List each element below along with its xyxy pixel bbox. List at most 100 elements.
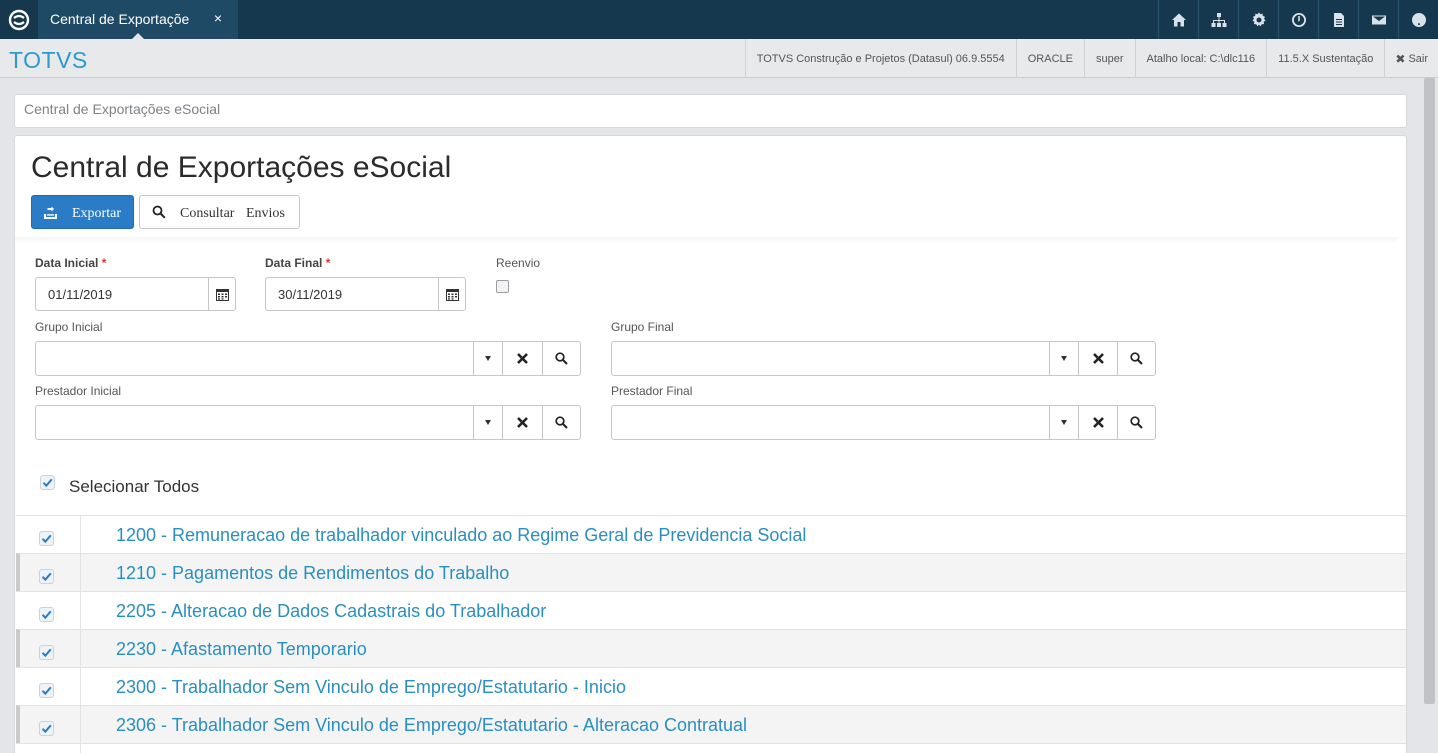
row-divider [80,706,81,743]
prestador-inicial-label: Prestador Inicial [35,384,122,398]
export-button-label: Exportar [72,206,121,221]
event-label[interactable]: 2205 - Alteracao de Dados Cadastrais do … [116,601,546,622]
main-panel: Central de Exportações eSocial Exportar … [14,135,1407,753]
event-checkbox[interactable] [39,569,54,584]
data-inicial-label: Data Inicial * [35,256,106,270]
checkmark-icon [41,724,52,734]
checkmark-icon [42,478,53,488]
event-label[interactable]: 1200 - Remuneracao de trabalhador vincul… [116,525,806,546]
search-icon [152,205,166,219]
mail-icon[interactable] [1358,0,1398,39]
row-divider [80,630,81,667]
help-icon[interactable] [1398,0,1438,39]
checkmark-icon [41,572,52,582]
export-icon [44,206,57,219]
list-item: 2230 - Afastamento Temporario [16,629,1406,667]
required-mark: * [325,256,331,270]
reenvio-checkbox[interactable] [496,280,509,293]
data-final-label-text: Data Final [265,256,323,270]
list-item: 2205 - Alteracao de Dados Cadastrais do … [16,591,1406,629]
search-icon[interactable] [1117,342,1155,375]
event-label[interactable]: 1210 - Pagamentos de Rendimentos do Trab… [116,563,509,584]
reenvio-label: Reenvio [496,256,541,270]
exit-button[interactable]: ✖ Sair [1384,39,1438,78]
breadcrumb[interactable]: Central de Exportações eSocial [14,94,1407,128]
home-icon[interactable] [1158,0,1198,39]
dropdown-icon[interactable] [473,342,501,375]
shortcut-info: Atalho local: C:\dlc116 [1134,39,1267,78]
prestador-final-label: Prestador Final [611,384,693,398]
event-label[interactable]: 2300 - Trabalhador Sem Vinculo de Empreg… [116,677,626,698]
gear-icon[interactable] [1238,0,1278,39]
header-info-bar: TOTVS TOTVS Construção e Projetos (Datas… [0,39,1438,78]
data-final-field[interactable]: 30/11/2019 [265,277,466,311]
brand-logo-text: TOTVS [9,47,88,73]
data-inicial-field[interactable]: 01/11/2019 [35,277,236,311]
consult-envios-button-label: Consultar Envios [180,206,285,221]
list-item [16,743,1406,753]
clear-icon[interactable] [502,342,541,375]
checkmark-icon [41,648,52,658]
database-info: ORACLE [1015,39,1084,78]
grupo-final-lookup[interactable] [611,341,1156,376]
search-icon[interactable] [542,406,580,439]
page-scrollbar[interactable] [1422,78,1438,753]
calendar-icon[interactable] [438,278,465,310]
consult-envios-button[interactable]: Consultar Envios [139,195,300,229]
checkmark-icon [41,610,52,620]
select-all-label: Selecionar Todos [69,477,200,496]
prestador-final-lookup[interactable] [611,405,1156,440]
product-info: TOTVS Construção e Projetos (Datasul) 06… [744,39,1016,78]
tab-label: Central de Exportaçõe [50,11,190,27]
totvs-logo-icon[interactable] [0,0,38,39]
dropdown-icon[interactable] [473,406,501,439]
dropdown-icon[interactable] [1049,406,1077,439]
top-icon-toolbar [1158,0,1438,39]
row-divider [80,516,81,553]
close-icon: ✖ [1395,51,1406,66]
list-item: 1210 - Pagamentos de Rendimentos do Trab… [16,553,1406,591]
data-inicial-label-text: Data Inicial [35,256,99,270]
row-divider [80,592,81,629]
event-label[interactable]: 2230 - Afastamento Temporario [116,639,367,660]
page-title: Central de Exportações eSocial [31,151,452,184]
grupo-final-label: Grupo Final [611,320,674,334]
checkmark-icon [41,686,52,696]
clear-icon[interactable] [1078,406,1117,439]
sitemap-icon[interactable] [1198,0,1238,39]
toolbar-divider [15,237,1397,243]
tab-close-icon[interactable]: × [214,10,222,26]
search-icon[interactable] [542,342,580,375]
user-info[interactable]: super [1084,39,1135,78]
event-label[interactable]: 2306 - Trabalhador Sem Vinculo de Empreg… [116,715,747,736]
clear-icon[interactable] [502,406,541,439]
clear-icon[interactable] [1078,342,1117,375]
dropdown-icon[interactable] [1049,342,1077,375]
search-icon[interactable] [1117,406,1155,439]
tab-central-exportacoes[interactable]: Central de Exportaçõe × [38,0,238,39]
event-checkbox[interactable] [39,683,54,698]
top-navigation-bar: Central de Exportaçõe × [0,0,1438,39]
event-list: 1200 - Remuneracao de trabalhador vincul… [16,515,1406,753]
grupo-inicial-label: Grupo Inicial [35,320,103,334]
clock-icon[interactable] [1278,0,1318,39]
event-checkbox[interactable] [39,721,54,736]
prestador-inicial-lookup[interactable] [35,405,581,440]
calendar-icon[interactable] [208,278,235,310]
data-final-value: 30/11/2019 [278,287,343,302]
event-checkbox[interactable] [39,645,54,660]
select-all-checkbox[interactable] [40,475,55,490]
grupo-inicial-lookup[interactable] [35,341,581,376]
list-item: 2306 - Trabalhador Sem Vinculo de Empreg… [16,705,1406,743]
data-final-label: Data Final * [265,256,330,270]
export-button[interactable]: Exportar [31,195,134,229]
data-inicial-value: 01/11/2019 [48,287,113,302]
event-checkbox[interactable] [39,531,54,546]
checkmark-icon [41,534,52,544]
list-item: 1200 - Remuneracao de trabalhador vincul… [16,515,1406,553]
list-item: 2300 - Trabalhador Sem Vinculo de Empreg… [16,667,1406,705]
row-divider [80,744,81,753]
event-checkbox[interactable] [39,607,54,622]
document-icon[interactable] [1318,0,1358,39]
scrollbar-thumb[interactable] [1424,78,1435,704]
